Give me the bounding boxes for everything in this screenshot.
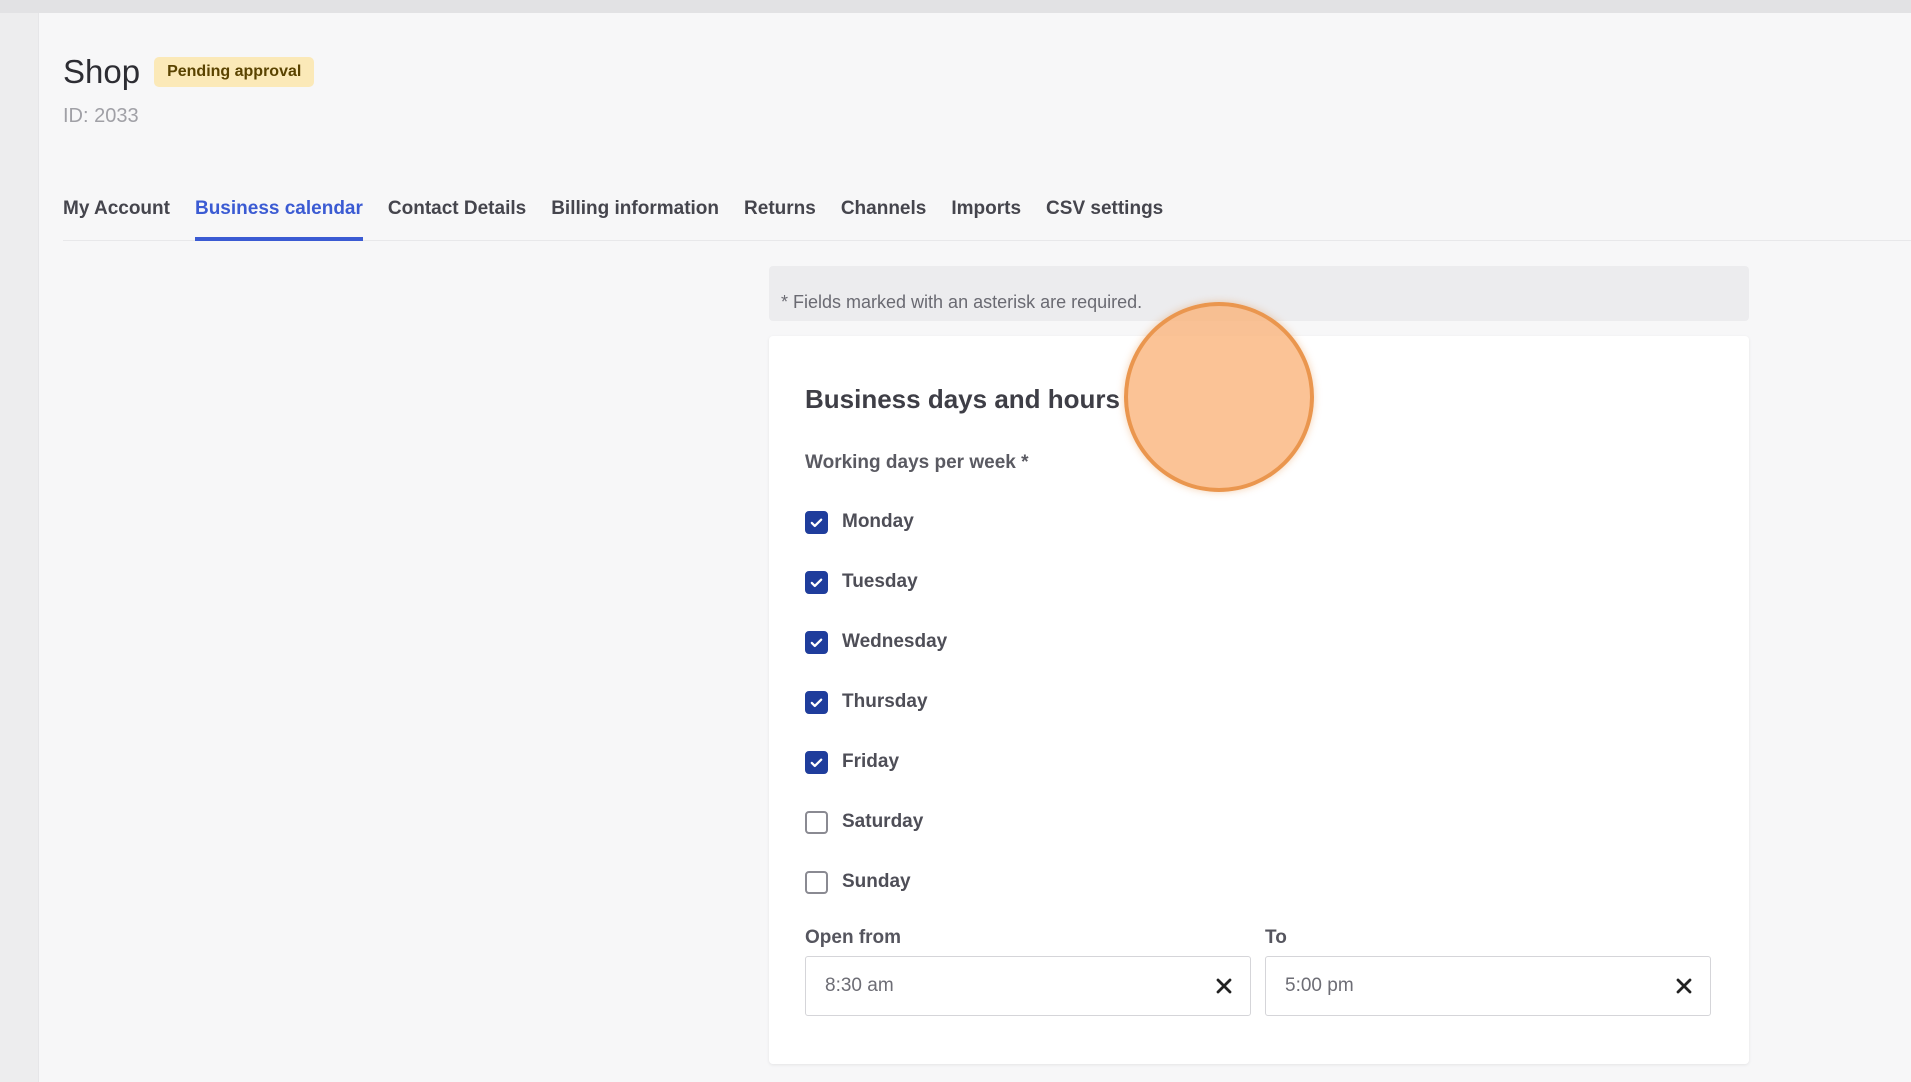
check-icon <box>810 758 823 767</box>
cursor-highlight <box>1124 302 1314 492</box>
check-icon <box>810 578 823 587</box>
day-sunday[interactable]: Sunday <box>805 852 947 912</box>
monday-label: Monday <box>842 511 914 532</box>
check-icon <box>810 638 823 647</box>
thursday-checkbox[interactable] <box>805 690 828 714</box>
status-badge: Pending approval <box>154 57 315 87</box>
monday-checkbox[interactable] <box>805 510 828 534</box>
check-icon <box>810 518 823 527</box>
close-icon[interactable] <box>1214 976 1234 996</box>
sunday-checkbox[interactable] <box>805 870 828 894</box>
thursday-label: Thursday <box>842 691 928 712</box>
friday-label: Friday <box>842 751 900 772</box>
page: Shop Pending approval ID: 2033 My Accoun… <box>38 13 1911 1082</box>
open-from-field[interactable]: 8:30 am <box>805 956 1251 1016</box>
wednesday-label: Wednesday <box>842 631 948 652</box>
page-title: Shop <box>63 53 141 90</box>
tab-contact-details[interactable]: Contact Details <box>388 185 526 241</box>
to-field[interactable]: 5:00 pm <box>1265 956 1711 1016</box>
saturday-label: Saturday <box>842 811 924 832</box>
tab-my-account[interactable]: My Account <box>63 185 170 241</box>
tuesday-label: Tuesday <box>842 571 918 592</box>
tuesday-checkbox[interactable] <box>805 570 828 594</box>
tab-billing-information[interactable]: Billing information <box>551 185 719 241</box>
close-icon[interactable] <box>1674 976 1694 996</box>
saturday-checkbox[interactable] <box>805 810 828 834</box>
sunday-label: Sunday <box>842 871 911 892</box>
tab-returns[interactable]: Returns <box>744 185 816 241</box>
tab-bar: My Account Business calendar Contact Det… <box>63 185 1911 241</box>
tab-channels[interactable]: Channels <box>841 185 927 241</box>
day-tuesday[interactable]: Tuesday <box>805 552 947 612</box>
working-days-label: Working days per week * <box>805 452 1029 473</box>
tab-imports[interactable]: Imports <box>951 185 1021 241</box>
page-header: Shop Pending approval ID: 2033 <box>63 53 315 128</box>
wednesday-checkbox[interactable] <box>805 630 828 654</box>
tab-csv-settings[interactable]: CSV settings <box>1046 185 1163 241</box>
to-label: To <box>1265 927 1287 948</box>
day-friday[interactable]: Friday <box>805 732 947 792</box>
day-saturday[interactable]: Saturday <box>805 792 947 852</box>
day-monday[interactable]: Monday <box>805 492 947 552</box>
day-thursday[interactable]: Thursday <box>805 672 947 732</box>
tab-business-calendar[interactable]: Business calendar <box>194 185 363 241</box>
working-days-list: Monday Tuesday Wednesday Thursday Friday… <box>805 492 947 912</box>
browser-top-bar <box>0 0 1911 13</box>
friday-checkbox[interactable] <box>805 750 828 774</box>
day-wednesday[interactable]: Wednesday <box>805 612 947 672</box>
section-title: Business days and hours <box>805 384 1120 414</box>
title-row: Shop Pending approval <box>63 53 315 91</box>
open-from-value: 8:30 am <box>825 975 894 996</box>
to-value: 5:00 pm <box>1285 975 1354 996</box>
check-icon <box>810 698 823 707</box>
open-from-label: Open from <box>805 927 902 948</box>
shop-id: ID: 2033 <box>63 105 139 127</box>
